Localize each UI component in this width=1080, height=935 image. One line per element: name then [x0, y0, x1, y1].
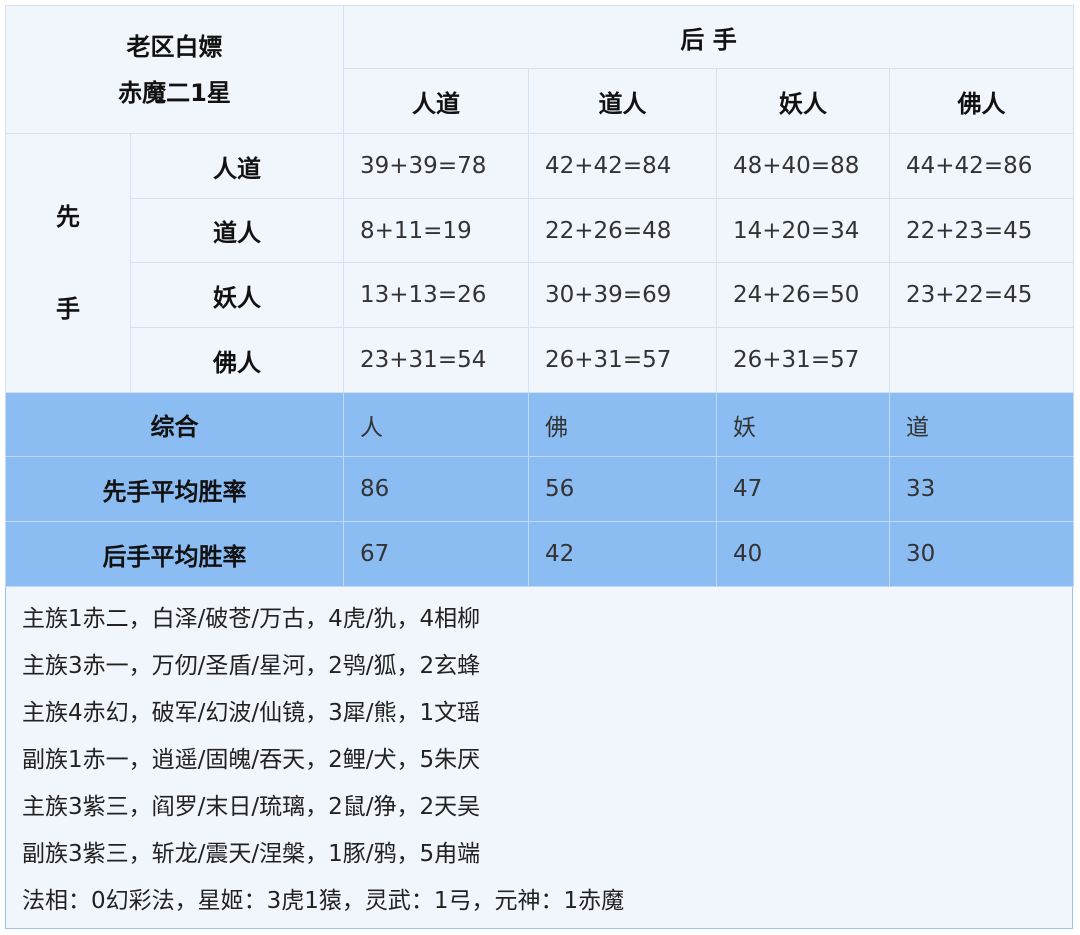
table-cell: 44+42=86 [889, 133, 1075, 199]
table-cell: 13+13=26 [343, 262, 530, 328]
note-line: 副族1赤一，逍遥/固魄/吞天，2鲤/犬，5朱厌 [22, 747, 481, 773]
summary-row: 后手平均胜率 67 42 40 30 [4, 521, 1075, 587]
column-header: 妖人 [716, 68, 891, 134]
corner-cell: 老区白嫖 赤魔二1星 [4, 5, 345, 134]
summary-cell: 67 [343, 521, 530, 587]
summary-cell: 佛 [528, 392, 718, 457]
first-hand-char-2: 手 [56, 295, 80, 323]
summary-cell: 33 [889, 456, 1075, 522]
row-header: 妖人 [129, 262, 345, 328]
table-row: 道人 8+11=19 22+26=48 14+20=34 22+23=45 [6, 198, 1075, 263]
table-cell: 26+31=57 [528, 327, 718, 393]
second-hand-header: 后 手 [343, 5, 1075, 69]
summary-label: 后手平均胜率 [4, 521, 345, 587]
column-header: 人道 [343, 68, 530, 134]
table-row: 佛人 23+31=54 26+31=57 26+31=57 [6, 327, 1075, 393]
table-cell: 22+23=45 [889, 198, 1075, 263]
lineup-notes: 主族1赤二，白泽/破苍/万古，4虎/犰，4相柳 主族3赤一，万仞/圣盾/星河，2… [22, 596, 1062, 925]
summary-cell: 道 [889, 392, 1075, 457]
first-hand-header: 先 手 [5, 133, 131, 393]
table-cell: 42+42=84 [528, 133, 718, 199]
table-cell: 26+31=57 [716, 327, 891, 393]
table-cell: 24+26=50 [716, 262, 891, 328]
summary-cell: 86 [343, 456, 530, 522]
summary-row: 先手平均胜率 86 56 47 33 [4, 456, 1075, 522]
summary-cell: 47 [716, 456, 891, 522]
table-cell: 8+11=19 [343, 198, 530, 263]
table-row: 先 手 人道 39+39=78 42+42=84 48+40=88 44+42=… [5, 133, 1075, 393]
row-header: 人道 [129, 133, 345, 199]
win-rate-table: 老区白嫖 赤魔二1星 后 手 人道 道人 妖人 佛人 先 手 人道 39+39=… [4, 5, 1075, 587]
table-cell: 48+40=88 [716, 133, 891, 199]
table-cell: 30+39=69 [528, 262, 718, 328]
table-cell: 14+20=34 [716, 198, 891, 263]
summary-cell: 40 [716, 521, 891, 587]
column-header: 道人 [528, 68, 718, 134]
summary-row: 综合 人 佛 妖 道 [4, 392, 1075, 457]
note-line: 法相：0幻彩法，星姬：3虎1猿，灵武：1弓，元神：1赤魔 [22, 888, 625, 914]
note-line: 主族4赤幻，破军/幻波/仙镜，3犀/熊，1文瑶 [22, 700, 481, 726]
table-cell: 22+26=48 [528, 198, 718, 263]
note-line: 主族3紫三，阎罗/末日/琉璃，2鼠/狰，2天吴 [22, 794, 481, 820]
summary-cell: 56 [528, 456, 718, 522]
summary-cell: 妖 [716, 392, 891, 457]
table-cell: 23+22=45 [889, 262, 1075, 328]
table-row: 妖人 13+13=26 30+39=69 24+26=50 23+22=45 [6, 262, 1075, 328]
summary-cell: 人 [343, 392, 530, 457]
table-cell [889, 327, 1075, 393]
note-line: 副族3紫三，斩龙/震天/涅槃，1豚/鸦，5甪端 [22, 841, 481, 867]
corner-title: 老区白嫖 [126, 32, 223, 61]
table-cell: 23+31=54 [343, 327, 530, 393]
summary-cell: 42 [528, 521, 718, 587]
first-hand-char-1: 先 [56, 203, 80, 231]
corner-subtitle: 赤魔二1星 [118, 78, 231, 107]
summary-label: 先手平均胜率 [4, 456, 345, 522]
summary-label: 综合 [4, 392, 345, 457]
note-line: 主族3赤一，万仞/圣盾/星河，2鸮/狐，2玄蜂 [22, 653, 481, 679]
column-header: 佛人 [889, 68, 1075, 134]
summary-cell: 30 [889, 521, 1075, 587]
note-line: 主族1赤二，白泽/破苍/万古，4虎/犰，4相柳 [22, 606, 481, 632]
row-header: 佛人 [129, 327, 345, 393]
table-cell: 39+39=78 [343, 133, 530, 199]
row-header: 道人 [129, 198, 345, 263]
